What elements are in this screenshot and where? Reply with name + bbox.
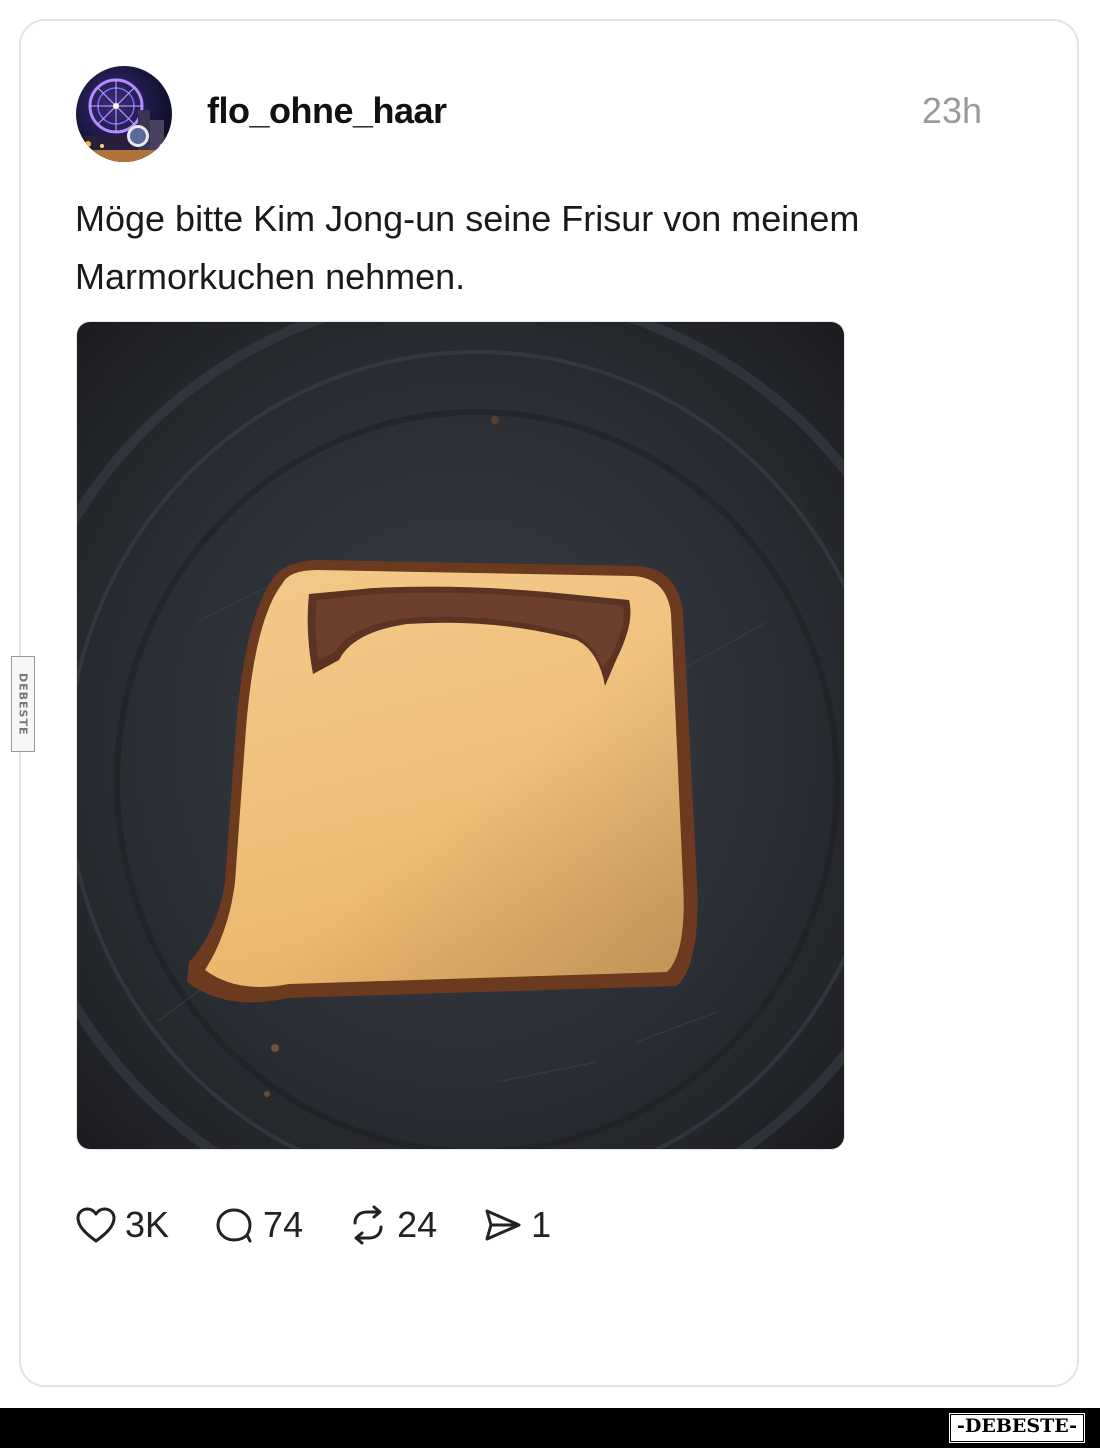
username[interactable]: flo_ohne_haar (207, 90, 447, 132)
comment-icon (216, 1208, 252, 1243)
post-actions: 3K 74 24 1 (75, 1200, 595, 1250)
side-watermark-text: DEBESTE (16, 672, 30, 736)
timestamp: 23h (921, 90, 982, 131)
repost-button[interactable]: 24 (347, 1204, 437, 1246)
repost-count: 24 (397, 1204, 438, 1245)
post-text-line: Marmorkuchen nehmen. (75, 256, 466, 297)
share-count: 1 (531, 1204, 552, 1245)
avatar[interactable] (76, 66, 172, 162)
post-image-marble-cake[interactable] (76, 321, 845, 1150)
watermark-logo: -DEBESTE- (948, 1412, 1086, 1444)
like-count: 3K (125, 1204, 170, 1245)
side-watermark: DEBESTE (11, 656, 35, 752)
post-text: Möge bitte Kim Jong-un seine Frisur von … (75, 190, 975, 306)
bottom-bar (0, 1408, 1100, 1448)
share-button[interactable]: 1 (481, 1204, 551, 1246)
post-text-line: Möge bitte Kim Jong-un seine Frisur von … (75, 198, 860, 239)
heart-icon (76, 1207, 116, 1243)
comment-count: 74 (263, 1204, 304, 1245)
comment-button[interactable]: 74 (213, 1204, 303, 1246)
like-button[interactable]: 3K (75, 1204, 169, 1246)
repost-icon (353, 1205, 383, 1245)
send-icon (485, 1209, 521, 1241)
